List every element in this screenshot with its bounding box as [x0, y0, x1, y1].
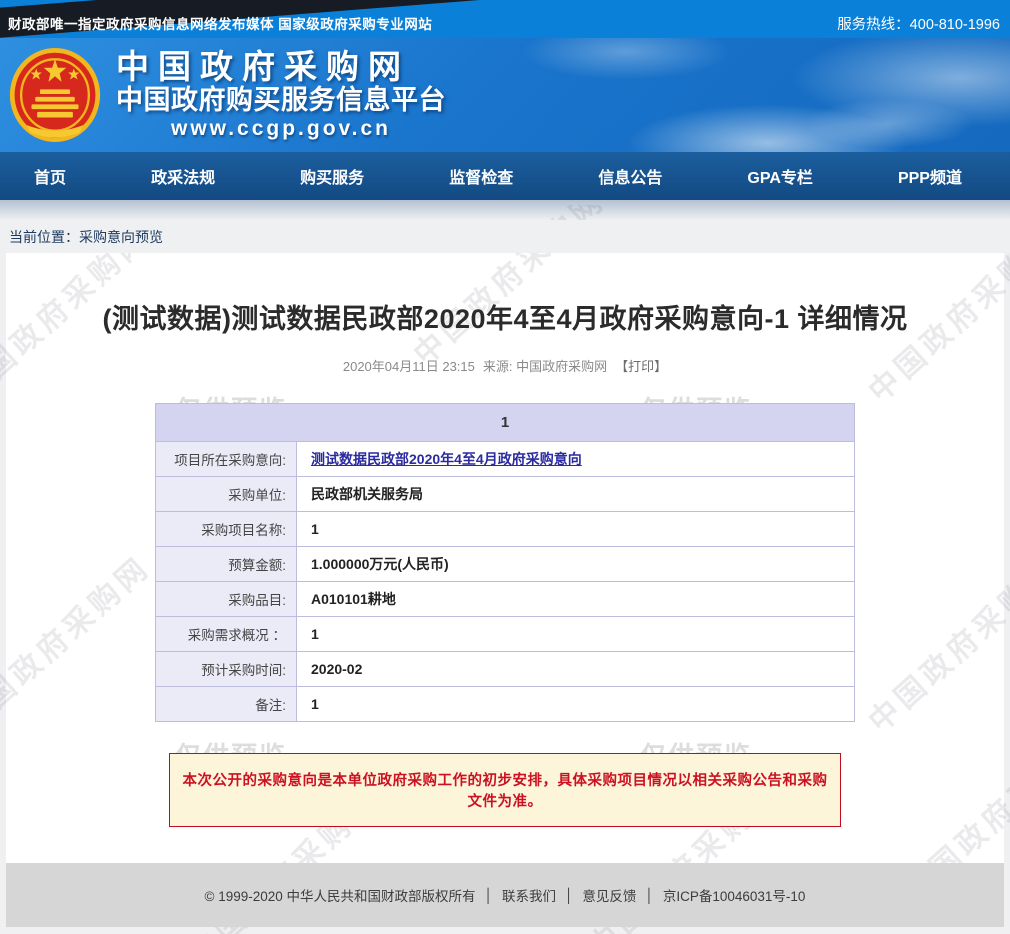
- table-row: 采购项目名称: 1: [156, 512, 855, 547]
- main-nav: 首页 政采法规 购买服务 监督检查 信息公告 GPA专栏 PPP频道: [0, 152, 1010, 200]
- table-row: 备注: 1: [156, 687, 855, 722]
- table-row: 采购单位: 民政部机关服务局: [156, 477, 855, 512]
- table-section-header-row: 1: [156, 404, 855, 442]
- row-label: 项目所在采购意向:: [156, 442, 297, 477]
- row-value: 民政部机关服务局: [297, 477, 855, 512]
- print-button[interactable]: 【打印】: [615, 359, 667, 374]
- row-label: 采购项目名称:: [156, 512, 297, 547]
- footer-separator: │: [645, 888, 653, 903]
- nav-item-supervision[interactable]: 监督检查: [449, 164, 513, 188]
- row-label: 采购需求概况 ：: [156, 617, 297, 652]
- footer-link-feedback[interactable]: 意见反馈: [582, 885, 636, 905]
- nav-item-purchase-services[interactable]: 购买服务: [300, 164, 364, 188]
- nav-fade-strip: [0, 200, 1010, 220]
- table-row: 预计采购时间: 2020-02: [156, 652, 855, 687]
- footer-separator: │: [565, 888, 573, 903]
- article-meta: 2020年04月11日 23:15 来源: 中国政府采购网【打印】: [6, 356, 1004, 375]
- site-url: www.ccgp.gov.cn: [116, 116, 446, 141]
- footer-link-contact[interactable]: 联系我们: [502, 885, 556, 905]
- nav-item-regulations[interactable]: 政采法规: [151, 164, 215, 188]
- service-hotline: 服务热线：400-810-1996: [837, 13, 1000, 34]
- row-label: 采购单位:: [156, 477, 297, 512]
- article-datetime: 2020年04月11日 23:15: [343, 359, 475, 374]
- table-row: 项目所在采购意向: 测试数据民政部2020年4至4月政府采购意向: [156, 442, 855, 477]
- site-header: 中国政府采购网 中国政府购买服务信息平台 www.ccgp.gov.cn: [0, 38, 1010, 152]
- site-title: 中国政府采购网: [116, 49, 446, 85]
- nav-item-gpa[interactable]: GPA专栏: [747, 164, 813, 188]
- page-title: (测试数据)测试数据民政部2020年4至4月政府采购意向-1 详细情况: [6, 253, 1004, 336]
- site-slogan: 财政部唯一指定政府采购信息网络发布媒体 国家级政府采购专业网站: [8, 13, 432, 33]
- row-label: 采购品目:: [156, 582, 297, 617]
- nav-item-ppp[interactable]: PPP频道: [898, 164, 962, 188]
- row-label: 预算金额:: [156, 547, 297, 582]
- footer-copyright: © 1999-2020 中华人民共和国财政部版权所有: [205, 885, 476, 905]
- table-row: 采购品目: A010101耕地: [156, 582, 855, 617]
- content-panel: (测试数据)测试数据民政部2020年4至4月政府采购意向-1 详细情况 2020…: [6, 253, 1004, 863]
- footer-separator: │: [485, 888, 493, 903]
- bottom-strip: [0, 927, 1010, 934]
- breadcrumb: 当前位置： 采购意向预览: [0, 220, 1010, 253]
- article-source: 来源: 中国政府采购网: [483, 359, 607, 374]
- table-row: 采购需求概况 ： 1: [156, 617, 855, 652]
- top-bar: 财政部唯一指定政府采购信息网络发布媒体 国家级政府采购专业网站 服务热线：400…: [0, 0, 1010, 38]
- row-label: 备注:: [156, 687, 297, 722]
- row-value: 1: [297, 617, 855, 652]
- breadcrumb-current: 采购意向预览: [79, 227, 163, 247]
- row-value: 2020-02: [297, 652, 855, 687]
- notice-text: 本次公开的采购意向是本单位政府采购工作的初步安排，具体采购项目情况以相关采购公告…: [183, 773, 828, 810]
- national-emblem-icon: [8, 46, 102, 144]
- nav-item-home[interactable]: 首页: [34, 164, 66, 188]
- nav-item-announcements[interactable]: 信息公告: [598, 164, 662, 188]
- footer-icp: 京ICP备10046031号-10: [663, 885, 806, 905]
- row-value: A010101耕地: [297, 582, 855, 617]
- row-value: 1.000000万元(人民币): [297, 547, 855, 582]
- site-logo[interactable]: 中国政府采购网 中国政府购买服务信息平台 www.ccgp.gov.cn: [0, 38, 1010, 144]
- notice-box: 本次公开的采购意向是本单位政府采购工作的初步安排，具体采购项目情况以相关采购公告…: [169, 753, 841, 827]
- breadcrumb-label: 当前位置：: [9, 227, 79, 247]
- row-value: 1: [297, 687, 855, 722]
- row-value: 1: [297, 512, 855, 547]
- page-footer: © 1999-2020 中华人民共和国财政部版权所有 │ 联系我们 │ 意见反馈…: [6, 863, 1004, 927]
- intention-link[interactable]: 测试数据民政部2020年4至4月政府采购意向: [311, 451, 582, 467]
- site-subtitle: 中国政府购买服务信息平台: [116, 85, 446, 116]
- table-section-header: 1: [156, 404, 855, 442]
- table-row: 预算金额: 1.000000万元(人民币): [156, 547, 855, 582]
- intention-detail-table: 1 项目所在采购意向: 测试数据民政部2020年4至4月政府采购意向 采购单位:…: [155, 403, 855, 722]
- row-label: 预计采购时间:: [156, 652, 297, 687]
